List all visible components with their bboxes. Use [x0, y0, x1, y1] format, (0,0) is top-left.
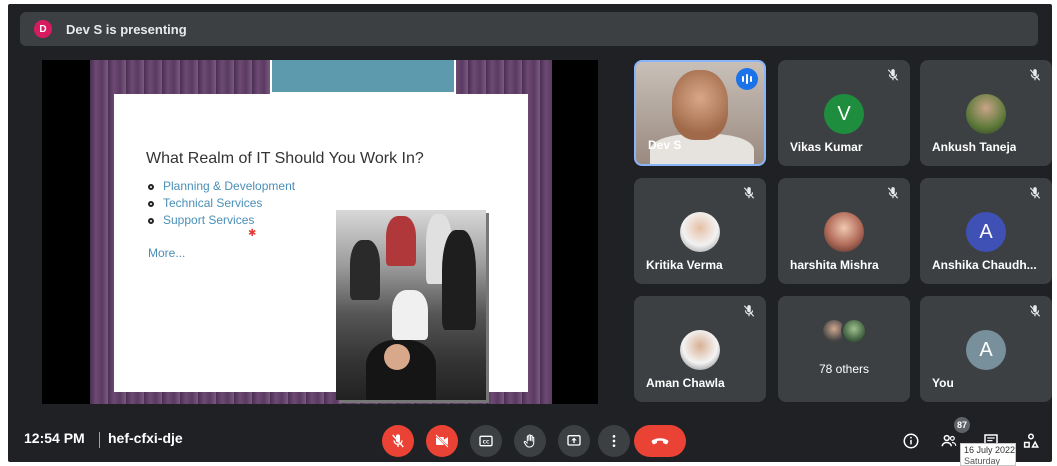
- participant-avatar: A: [966, 330, 1006, 370]
- participant-name: Anshika Chaudh...: [932, 258, 1037, 272]
- participant-avatar: [680, 330, 720, 370]
- mic-off-icon: [392, 434, 404, 448]
- raise-hand-button[interactable]: [514, 425, 546, 457]
- speaking-indicator-icon: [736, 68, 758, 90]
- meeting-clock: 12:54 PM: [24, 430, 85, 446]
- meet-window: D Dev S is presenting What Realm of IT S…: [8, 4, 1052, 462]
- participant-avatar: [966, 94, 1006, 134]
- taskbar-date-tooltip: 16 July 2022 Saturday: [960, 443, 1016, 466]
- participant-name: You: [932, 376, 954, 390]
- slide-more-link: More...: [148, 246, 186, 260]
- slide-bullet-list: Planning & Development Technical Service…: [148, 178, 295, 229]
- slide-title: What Realm of IT Should You Work In?: [146, 150, 424, 167]
- presentation-slide: What Realm of IT Should You Work In? Pla…: [114, 94, 528, 400]
- leave-call-button[interactable]: [634, 425, 686, 457]
- participant-tile-you[interactable]: A You: [920, 296, 1052, 402]
- participant-avatar: [680, 212, 720, 252]
- participant-name: Vikas Kumar: [790, 140, 863, 154]
- end-call-icon: [651, 438, 669, 445]
- mic-off-icon: [1029, 305, 1041, 317]
- participant-tile-anshika[interactable]: A Anshika Chaudh...: [920, 178, 1052, 284]
- camera-off-icon: [435, 434, 449, 448]
- meeting-code: hef-cfxi-dje: [108, 430, 183, 446]
- presenting-text: Dev S is presenting: [66, 21, 187, 37]
- captions-button[interactable]: CC: [470, 425, 502, 457]
- present-icon: [567, 435, 581, 446]
- participant-video: [672, 70, 728, 140]
- participant-name: Ankush Taneja: [932, 140, 1017, 154]
- presenting-banner: D Dev S is presenting: [20, 12, 1038, 46]
- participant-name: Dev S: [648, 138, 682, 152]
- activities-button[interactable]: [1020, 430, 1042, 452]
- bullet-icon: [148, 217, 154, 224]
- mic-off-icon: [1029, 69, 1041, 81]
- present-now-button[interactable]: [558, 425, 590, 457]
- hand-icon: [523, 434, 535, 448]
- people-count-badge: 87: [954, 417, 971, 433]
- bullet-icon: [148, 200, 154, 207]
- participant-name: harshita Mishra: [790, 258, 879, 272]
- control-bar: 12:54 PM hef-cfxi-dje CC 87: [8, 416, 1052, 462]
- laser-pointer-icon: ✱: [248, 228, 257, 239]
- participant-tile-dev-s[interactable]: Dev S: [634, 60, 766, 166]
- mic-toggle-button[interactable]: [382, 425, 414, 457]
- participant-tile-harshita-mishra[interactable]: harshita Mishra: [778, 178, 910, 284]
- mic-off-icon: [743, 187, 755, 199]
- participant-tile-kritika-verma[interactable]: Kritika Verma: [634, 178, 766, 284]
- svg-text:CC: CC: [483, 439, 490, 445]
- avatar: [841, 318, 867, 344]
- others-avatars: [821, 318, 867, 344]
- camera-toggle-button[interactable]: [426, 425, 458, 457]
- participant-tile-others[interactable]: 78 others: [778, 296, 910, 402]
- taskbar-date: 16 July 2022: [964, 445, 1016, 455]
- slide-bullet: Technical Services: [148, 195, 295, 212]
- mic-off-icon: [887, 187, 899, 199]
- slide-bullet: Support Services: [148, 212, 295, 229]
- activities-icon: [1023, 433, 1040, 448]
- slide-bullet: Planning & Development: [148, 178, 295, 195]
- mic-off-icon: [1029, 187, 1041, 199]
- people-icon: [941, 434, 957, 447]
- taskbar-day: Saturday: [964, 456, 1001, 466]
- bullet-icon: [148, 183, 154, 190]
- participant-tile-aman-chawla[interactable]: Aman Chawla: [634, 296, 766, 402]
- info-icon: [903, 433, 919, 449]
- presenter-avatar: D: [34, 20, 52, 38]
- participant-avatar: A: [966, 212, 1006, 252]
- captions-icon: CC: [479, 435, 493, 447]
- people-button[interactable]: [938, 430, 960, 452]
- mic-off-icon: [887, 69, 899, 81]
- participant-name: Aman Chawla: [646, 376, 725, 390]
- participant-tile-ankush-taneja[interactable]: Ankush Taneja: [920, 60, 1052, 166]
- shared-screen[interactable]: What Realm of IT Should You Work In? Pla…: [42, 60, 598, 404]
- professionals-collage-image: [336, 210, 486, 400]
- participant-avatar: V: [824, 94, 864, 134]
- participant-name: Kritika Verma: [646, 258, 723, 272]
- others-count: 78 others: [818, 362, 870, 376]
- participant-avatar: [824, 212, 864, 252]
- more-options-button[interactable]: [598, 425, 630, 457]
- more-vert-icon: [612, 435, 616, 447]
- slide-header-tab: [270, 60, 456, 94]
- participant-tile-vikas-kumar[interactable]: V Vikas Kumar: [778, 60, 910, 166]
- divider: [99, 432, 100, 448]
- mic-off-icon: [743, 305, 755, 317]
- meeting-details-button[interactable]: [900, 430, 922, 452]
